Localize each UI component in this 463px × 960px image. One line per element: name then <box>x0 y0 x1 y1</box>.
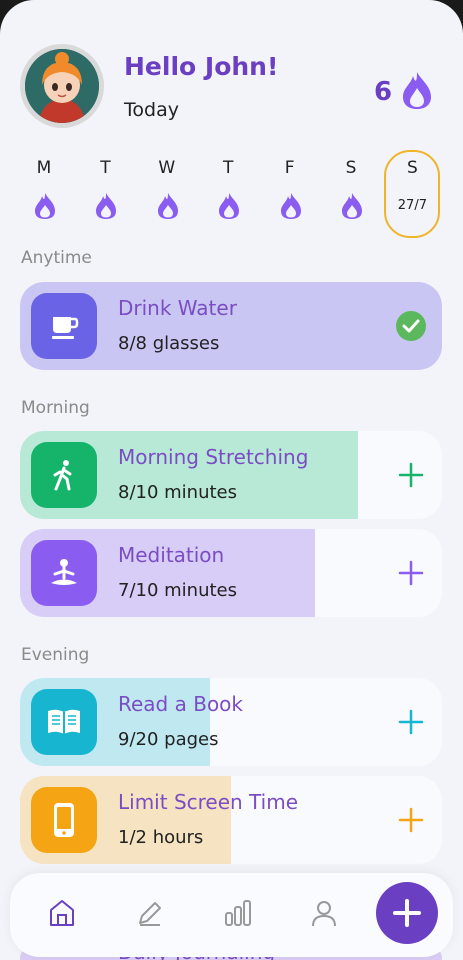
increment-button[interactable] <box>394 705 428 739</box>
day-letter: F <box>284 158 295 178</box>
app-screen: Hello John! Today 6 M T W T F S S 27/7 Anytime … <box>0 0 463 960</box>
pencil-icon[interactable] <box>134 897 166 929</box>
week-strip: M T W T F S S 27/7 <box>14 150 450 240</box>
habit-title: Drink Water <box>118 296 237 320</box>
flame-icon <box>219 193 240 219</box>
day-letter: T <box>100 158 111 178</box>
add-habit-button[interactable] <box>376 882 438 944</box>
increment-button[interactable] <box>394 458 428 492</box>
walking-person-icon <box>31 442 97 508</box>
plus-icon <box>398 709 424 735</box>
habit-card[interactable]: Drink Water 8/8 glasses <box>20 282 442 370</box>
flame-icon <box>157 193 178 219</box>
habit-card[interactable]: Limit Screen Time 1/2 hours <box>20 776 442 864</box>
home-icon[interactable] <box>46 897 78 929</box>
meditation-icon <box>31 540 97 606</box>
habit-title: Limit Screen Time <box>118 790 298 814</box>
date-label: Today <box>124 99 179 121</box>
day-3[interactable]: T <box>200 150 256 238</box>
day-letter: M <box>36 158 52 178</box>
day-5[interactable]: S <box>323 150 379 238</box>
section-evening: Evening <box>21 645 90 665</box>
habit-progress-text: 8/10 minutes <box>118 482 238 503</box>
increment-button[interactable] <box>394 556 428 590</box>
habit-card[interactable]: Read a Book 9/20 pages <box>20 678 442 766</box>
chart-icon[interactable] <box>222 897 254 929</box>
day-0[interactable]: M <box>16 150 72 238</box>
habit-progress-text: 8/8 glasses <box>118 333 220 354</box>
day-6[interactable]: S 27/7 <box>384 150 441 238</box>
habit-title: Read a Book <box>118 692 243 716</box>
habit-card[interactable]: Morning Stretching 8/10 minutes <box>20 431 442 519</box>
greeting: Hello John! <box>124 52 279 81</box>
flame-icon <box>403 72 431 109</box>
check-icon[interactable] <box>394 309 428 343</box>
avatar[interactable] <box>20 44 104 128</box>
day-2[interactable]: W <box>139 150 195 238</box>
habit-progress-text: 1/2 hours <box>118 827 204 848</box>
day-1[interactable]: T <box>77 150 133 238</box>
profile-icon[interactable] <box>308 897 340 929</box>
flame-icon <box>280 193 301 219</box>
habit-title: Morning Stretching <box>118 445 309 469</box>
flame-icon <box>35 193 55 219</box>
habit-progress-text: 9/20 pages <box>118 729 219 750</box>
day-date: 27/7 <box>397 198 427 213</box>
flame-icon <box>342 193 362 219</box>
plus-icon <box>398 560 424 586</box>
day-letter: W <box>158 158 176 178</box>
section-anytime: Anytime <box>21 248 92 268</box>
book-icon <box>31 689 97 755</box>
plus-icon <box>398 807 424 833</box>
day-letter: S <box>345 158 357 178</box>
increment-button[interactable] <box>394 803 428 837</box>
plus-icon <box>393 899 421 927</box>
streak-count: 6 <box>374 77 393 107</box>
phone-icon <box>31 787 97 853</box>
section-morning: Morning <box>21 398 90 418</box>
day-4[interactable]: F <box>262 150 318 238</box>
flame-icon <box>96 193 117 219</box>
habit-title: Meditation <box>118 543 225 567</box>
habit-card[interactable]: Meditation 7/10 minutes <box>20 529 442 617</box>
day-letter: T <box>222 158 234 178</box>
day-letter: S <box>406 158 418 178</box>
cup-icon <box>31 293 97 359</box>
habit-progress-text: 7/10 minutes <box>118 580 238 601</box>
plus-icon <box>398 462 424 488</box>
